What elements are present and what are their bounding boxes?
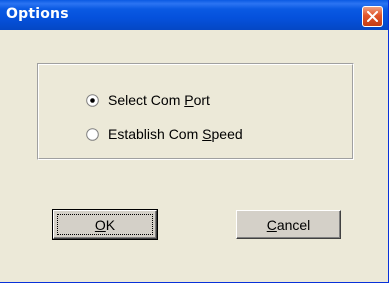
com-options-group: Select Com Port Establish Com Speed bbox=[37, 63, 354, 160]
ok-button[interactable]: OK bbox=[52, 209, 158, 240]
window-title: Options bbox=[6, 6, 69, 22]
title-bar[interactable]: Options bbox=[0, 0, 388, 30]
cancel-button-label: Cancel bbox=[266, 216, 311, 233]
radio-establish-com-speed[interactable]: Establish Com Speed bbox=[86, 125, 243, 143]
focus-rectangle bbox=[57, 214, 153, 235]
close-icon bbox=[367, 11, 378, 22]
radio-label-select-com-port: Select Com Port bbox=[108, 92, 210, 108]
radio-label-establish-com-speed: Establish Com Speed bbox=[108, 126, 243, 142]
radio-selected-icon bbox=[86, 93, 99, 107]
radio-select-com-port[interactable]: Select Com Port bbox=[86, 91, 210, 109]
radio-unselected-icon bbox=[86, 127, 99, 141]
close-button[interactable] bbox=[362, 6, 383, 27]
cancel-button[interactable]: Cancel bbox=[236, 210, 341, 239]
options-dialog: Options Select Com Port Establish Com Sp… bbox=[0, 0, 389, 283]
